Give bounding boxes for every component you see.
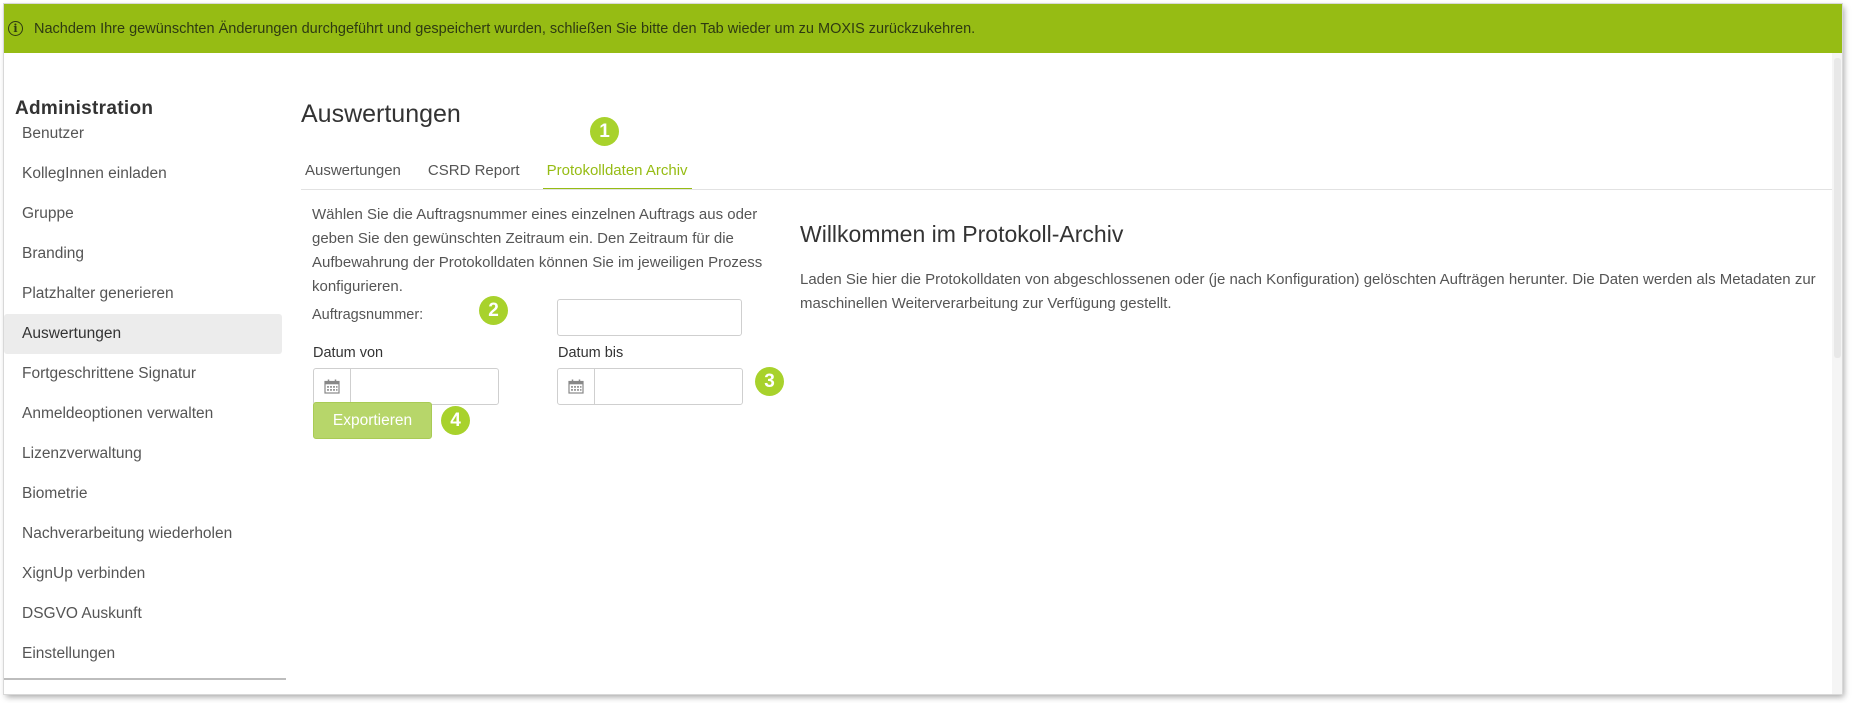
sidebar-item-einstellungen[interactable]: Einstellungen bbox=[4, 634, 282, 674]
info-banner: i Nachdem Ihre gewünschten Änderungen du… bbox=[4, 4, 1842, 53]
order-number-input[interactable] bbox=[557, 299, 742, 336]
step-badge-2: 2 bbox=[479, 296, 508, 325]
welcome-text: Laden Sie hier die Protokolldaten von ab… bbox=[800, 271, 1816, 312]
welcome-title: Willkommen im Protokoll-Archiv bbox=[800, 221, 1124, 247]
calendar-icon[interactable] bbox=[314, 369, 351, 404]
sidebar-item-platzhalter-generieren[interactable]: Platzhalter generieren bbox=[4, 274, 282, 314]
sidebar-item-fortgeschrittene-signatur[interactable]: Fortgeschrittene Signatur bbox=[4, 354, 282, 394]
sidebar-item-benutzer[interactable]: Benutzer bbox=[4, 114, 282, 154]
sidebar-item-dsgvo-auskunft[interactable]: DSGVO Auskunft bbox=[4, 594, 282, 634]
calendar-icon[interactable] bbox=[558, 369, 595, 404]
date-to-label: Datum bis bbox=[558, 345, 624, 361]
sidebar-item-kolleginnen-einladen[interactable]: KollegInnen einladen bbox=[4, 154, 282, 194]
tab-auswertungen[interactable]: Auswertungen bbox=[301, 158, 405, 190]
tab-protokolldaten-archiv[interactable]: Protokolldaten Archiv bbox=[542, 158, 692, 190]
date-from-label: Datum von bbox=[313, 345, 384, 361]
form-description: Wählen Sie die Auftragsnummer eines einz… bbox=[312, 206, 763, 295]
tab-bar-divider bbox=[301, 189, 1842, 190]
step-badge-3: 3 bbox=[755, 367, 784, 396]
scrollbar-thumb[interactable] bbox=[1834, 58, 1841, 358]
date-from-input-group bbox=[313, 368, 499, 405]
info-banner-text: Nachdem Ihre gewünschten Änderungen durc… bbox=[34, 20, 976, 37]
sidebar-item-nachverarbeitung-wiederholen[interactable]: Nachverarbeitung wiederholen bbox=[4, 514, 282, 554]
sidebar-item-biometrie[interactable]: Biometrie bbox=[4, 474, 282, 514]
order-number-label: Auftragsnummer: bbox=[312, 307, 424, 323]
sidebar-item-anmeldeoptionen-verwalten[interactable]: Anmeldeoptionen verwalten bbox=[4, 394, 282, 434]
tab-bar: Auswertungen CSRD Report Protokolldaten … bbox=[301, 158, 711, 190]
step-badge-1: 1 bbox=[590, 117, 619, 146]
sidebar-item-gruppe[interactable]: Gruppe bbox=[4, 194, 282, 234]
date-to-input[interactable] bbox=[595, 369, 742, 404]
date-from-input[interactable] bbox=[351, 369, 498, 404]
export-button[interactable]: Exportieren bbox=[313, 402, 432, 439]
sidebar-item-auswertungen[interactable]: Auswertungen bbox=[4, 314, 282, 354]
sidebar-item-branding[interactable]: Branding bbox=[4, 234, 282, 274]
sidebar-list: Benutzer KollegInnen einladen Gruppe Bra… bbox=[4, 114, 282, 674]
page-title: Auswertungen bbox=[301, 100, 461, 128]
app-window: i Nachdem Ihre gewünschten Änderungen du… bbox=[4, 4, 1842, 694]
tab-csrd-report[interactable]: CSRD Report bbox=[424, 158, 524, 190]
sidebar-item-lizenzverwaltung[interactable]: Lizenzverwaltung bbox=[4, 434, 282, 474]
info-icon: i bbox=[8, 21, 23, 36]
step-badge-4: 4 bbox=[441, 406, 470, 435]
sidebar-item-xignup-verbinden[interactable]: XignUp verbinden bbox=[4, 554, 282, 594]
date-to-input-group bbox=[557, 368, 743, 405]
sidebar-divider bbox=[4, 678, 286, 680]
